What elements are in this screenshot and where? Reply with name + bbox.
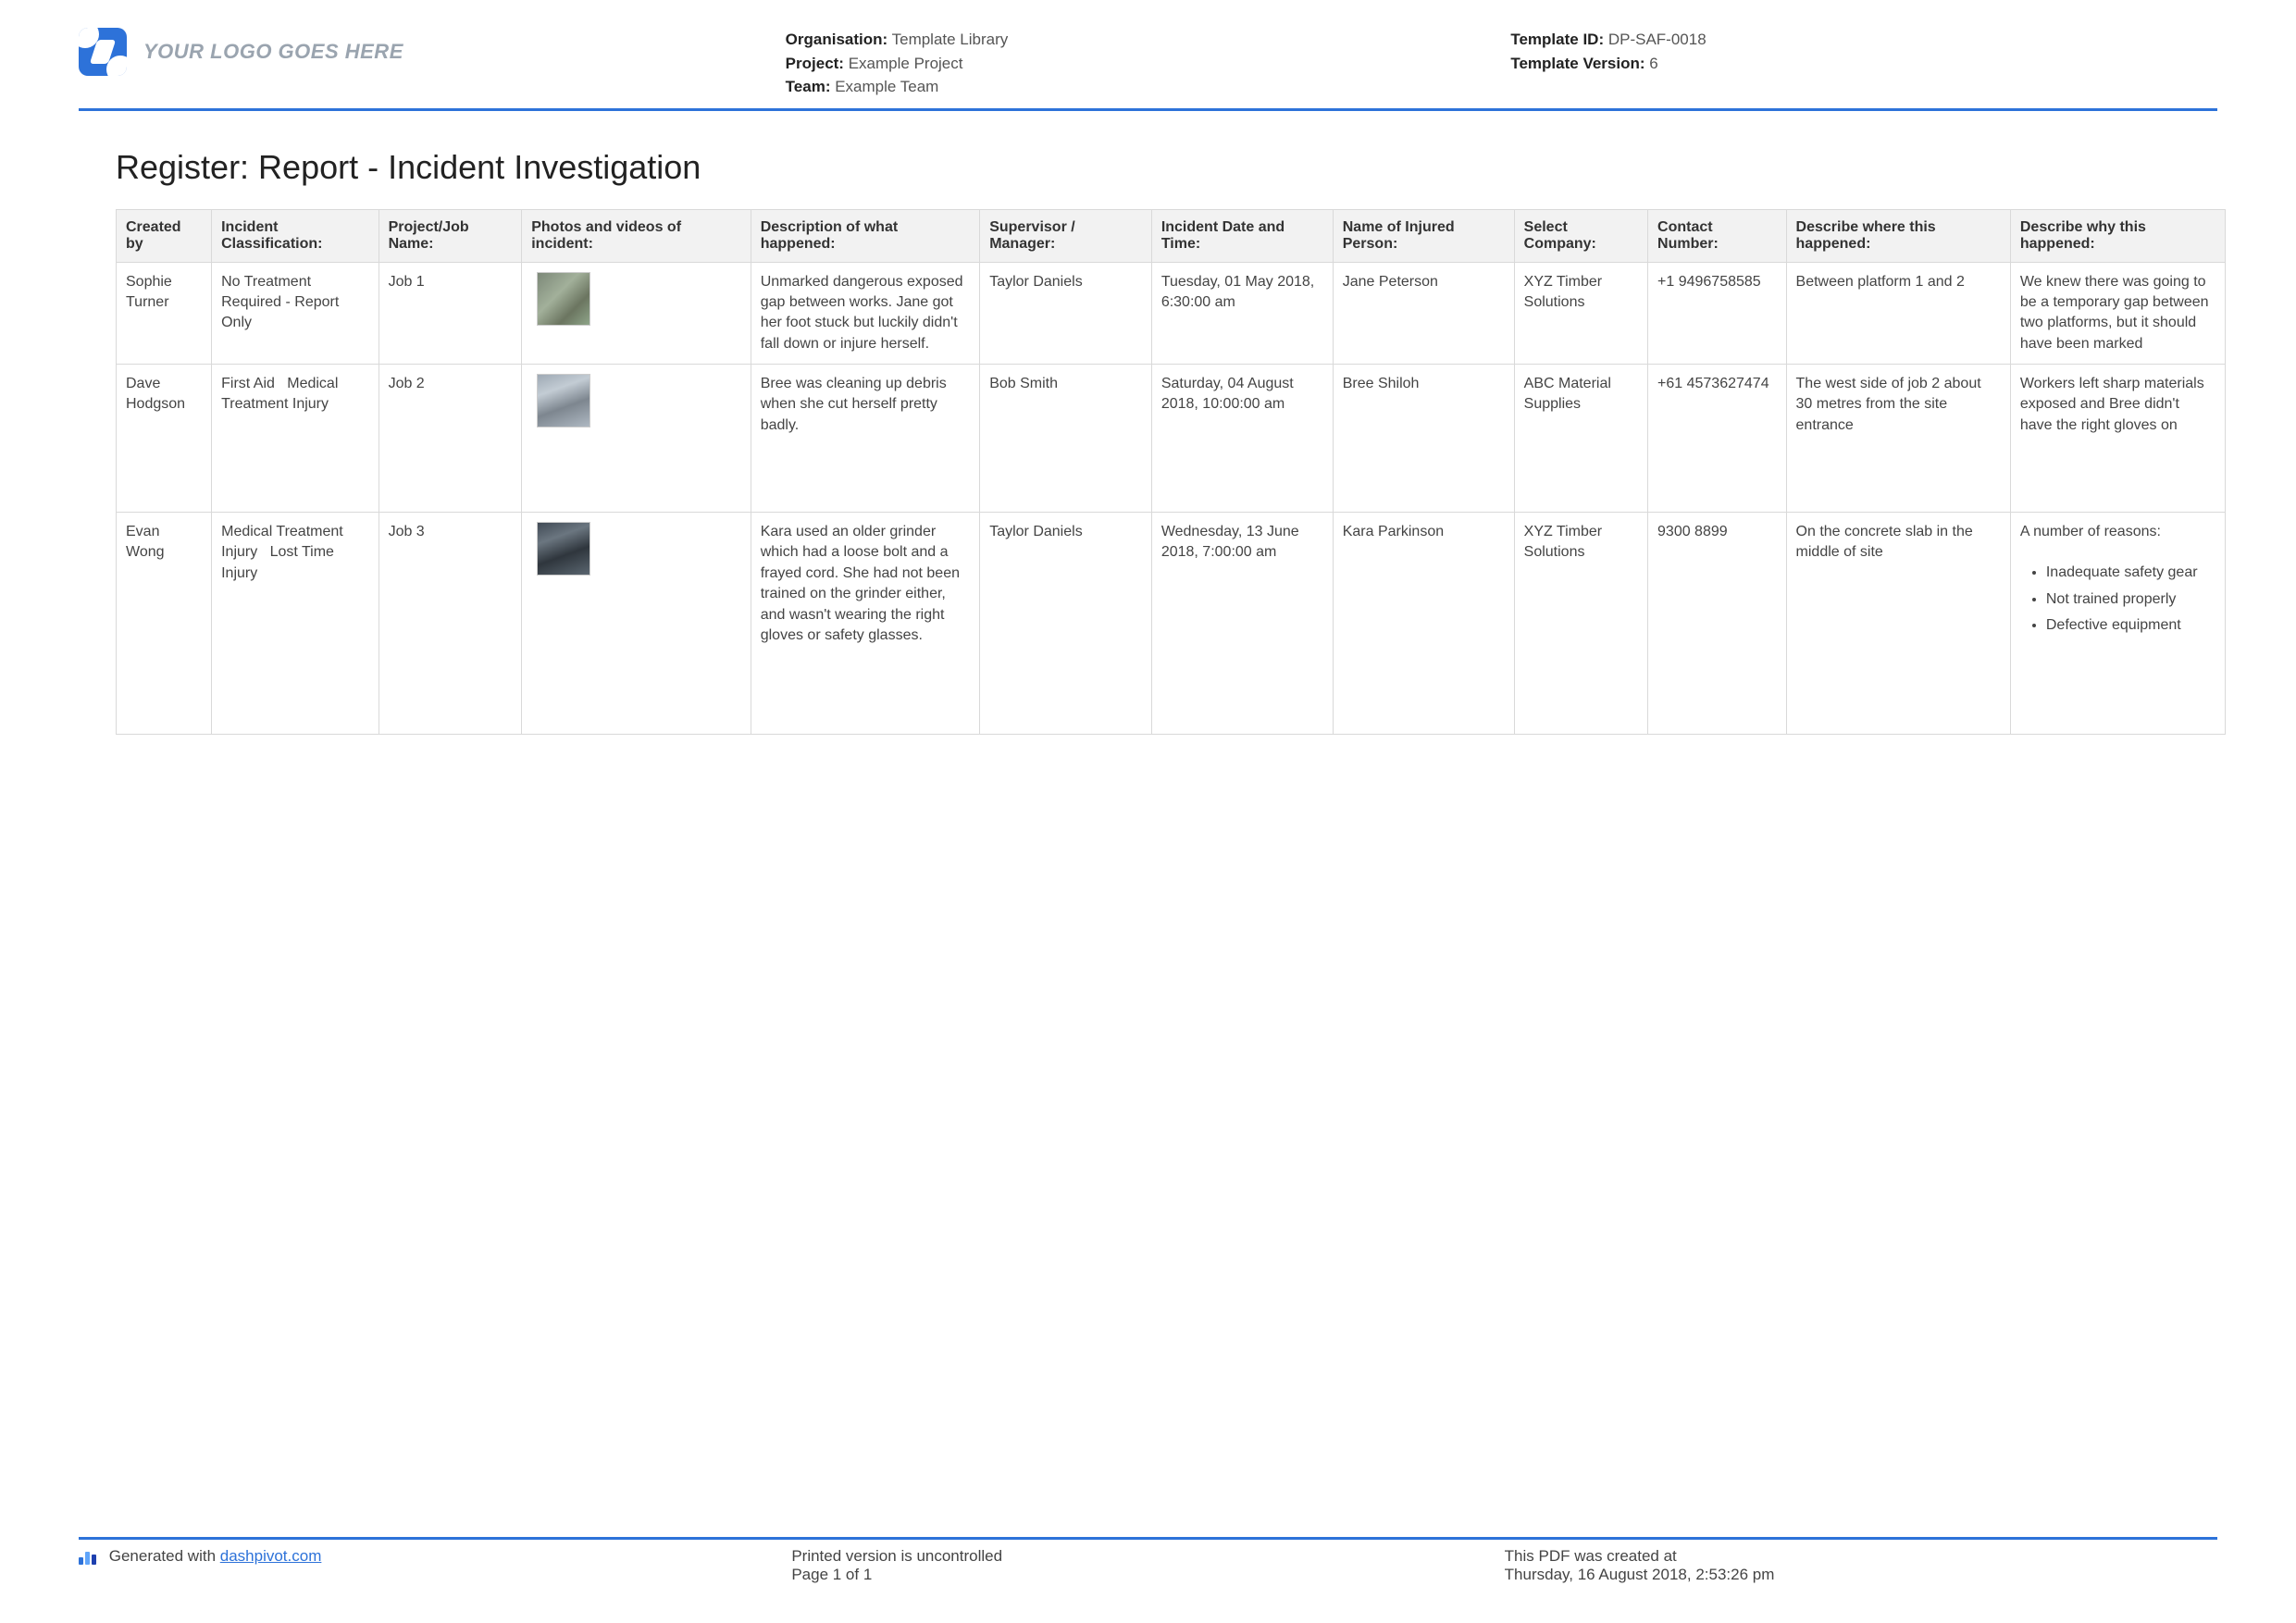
list-item: Inadequate safety gear: [2046, 563, 2215, 583]
col-description: Description of what happened:: [751, 209, 979, 262]
col-supervisor: Supervisor / Manager:: [980, 209, 1152, 262]
cell-classification: No Treatment Required - Report Only: [212, 262, 379, 365]
header-meta-right: Template ID: DP-SAF-0018 Template Versio…: [1510, 28, 2217, 75]
footer-created-value: Thursday, 16 August 2018, 2:53:26 pm: [1505, 1566, 2217, 1584]
template-id-label: Template ID:: [1510, 31, 1604, 48]
generated-prefix: Generated with: [109, 1547, 220, 1565]
cell-created-by: Evan Wong: [117, 513, 212, 735]
table-header-row: Created by Incident Classification: Proj…: [117, 209, 2226, 262]
page-header: YOUR LOGO GOES HERE Organisation: Templa…: [79, 28, 2217, 111]
col-created-by: Created by: [117, 209, 212, 262]
col-contact: Contact Number:: [1648, 209, 1787, 262]
cell-supervisor: Bob Smith: [980, 365, 1152, 513]
why-reasons-list: Inadequate safety gear Not trained prope…: [2046, 563, 2215, 636]
cell-created-by: Dave Hodgson: [117, 365, 212, 513]
cell-classification: Medical Treatment Injury Lost Time Injur…: [212, 513, 379, 735]
list-item: Defective equipment: [2046, 615, 2215, 636]
list-item: Not trained properly: [2046, 589, 2215, 610]
page-title: Register: Report - Incident Investigatio…: [116, 148, 2217, 187]
footer-uncontrolled: Printed version is uncontrolled: [791, 1547, 1504, 1566]
photo-thumbnail-icon: [537, 272, 590, 326]
cell-contact: +1 9496758585: [1648, 262, 1787, 365]
cell-datetime: Saturday, 04 August 2018, 10:00:00 am: [1151, 365, 1333, 513]
cell-company: XYZ Timber Solutions: [1514, 262, 1647, 365]
cell-supervisor: Taylor Daniels: [980, 513, 1152, 735]
photo-thumbnail-icon: [537, 374, 590, 427]
cell-where: Between platform 1 and 2: [1786, 262, 2010, 365]
template-version-label: Template Version:: [1510, 55, 1644, 72]
footer-right: This PDF was created at Thursday, 16 Aug…: [1505, 1547, 2217, 1584]
col-job: Project/Job Name:: [379, 209, 522, 262]
footer-page: Page 1 of 1: [791, 1566, 1504, 1584]
why-intro: A number of reasons:: [2020, 524, 2161, 539]
cell-contact: +61 4573627474: [1648, 365, 1787, 513]
cell-photos: [522, 262, 751, 365]
col-why: Describe why this happened:: [2010, 209, 2225, 262]
dashpivot-link[interactable]: dashpivot.com: [220, 1547, 322, 1565]
bar-chart-icon: [79, 1550, 97, 1565]
page: YOUR LOGO GOES HERE Organisation: Templa…: [0, 0, 2296, 1623]
cell-datetime: Wednesday, 13 June 2018, 7:00:00 am: [1151, 513, 1333, 735]
cell-job: Job 3: [379, 513, 522, 735]
col-photos: Photos and videos of incident:: [522, 209, 751, 262]
table-row: Dave Hodgson First Aid Medical Treatment…: [117, 365, 2226, 513]
col-injured: Name of Injured Person:: [1333, 209, 1514, 262]
col-classification: Incident Classification:: [212, 209, 379, 262]
organisation-label: Organisation:: [786, 31, 888, 48]
cell-where: On the concrete slab in the middle of si…: [1786, 513, 2010, 735]
col-where: Describe where this happened:: [1786, 209, 2010, 262]
table-row: Sophie Turner No Treatment Required - Re…: [117, 262, 2226, 365]
cell-company: XYZ Timber Solutions: [1514, 513, 1647, 735]
team-value: Example Team: [835, 78, 938, 95]
organisation-value: Template Library: [892, 31, 1009, 48]
cell-where: The west side of job 2 about 30 metres f…: [1786, 365, 2010, 513]
cell-why: A number of reasons: Inadequate safety g…: [2010, 513, 2225, 735]
footer-created-label: This PDF was created at: [1505, 1547, 2217, 1566]
team-label: Team:: [786, 78, 831, 95]
cell-supervisor: Taylor Daniels: [980, 262, 1152, 365]
page-footer: Generated with dashpivot.com Printed ver…: [79, 1537, 2217, 1584]
project-value: Example Project: [849, 55, 963, 72]
cell-description: Bree was cleaning up debris when she cut…: [751, 365, 979, 513]
table-row: Evan Wong Medical Treatment Injury Lost …: [117, 513, 2226, 735]
cell-contact: 9300 8899: [1648, 513, 1787, 735]
template-id-value: DP-SAF-0018: [1608, 31, 1706, 48]
cell-company: ABC Material Supplies: [1514, 365, 1647, 513]
cell-injured: Jane Peterson: [1333, 262, 1514, 365]
cell-datetime: Tuesday, 01 May 2018, 6:30:00 am: [1151, 262, 1333, 365]
header-meta-center: Organisation: Template Library Project: …: [786, 28, 1493, 99]
cell-photos: [522, 365, 751, 513]
cell-classification: First Aid Medical Treatment Injury: [212, 365, 379, 513]
photo-thumbnail-icon: [537, 522, 590, 576]
col-company: Select Company:: [1514, 209, 1647, 262]
col-datetime: Incident Date and Time:: [1151, 209, 1333, 262]
cell-injured: Bree Shiloh: [1333, 365, 1514, 513]
logo-block: YOUR LOGO GOES HERE: [79, 28, 786, 76]
cell-description: Kara used an older grinder which had a l…: [751, 513, 979, 735]
cell-job: Job 1: [379, 262, 522, 365]
cell-why: We knew there was going to be a temporar…: [2010, 262, 2225, 365]
footer-center: Printed version is uncontrolled Page 1 o…: [791, 1547, 1504, 1584]
cell-job: Job 2: [379, 365, 522, 513]
template-version-value: 6: [1649, 55, 1657, 72]
cell-description: Unmarked dangerous exposed gap between w…: [751, 262, 979, 365]
footer-left: Generated with dashpivot.com: [79, 1547, 791, 1584]
register-table: Created by Incident Classification: Proj…: [116, 209, 2226, 736]
logo-placeholder-text: YOUR LOGO GOES HERE: [143, 40, 403, 64]
cell-injured: Kara Parkinson: [1333, 513, 1514, 735]
cell-created-by: Sophie Turner: [117, 262, 212, 365]
logo-icon: [79, 28, 127, 76]
cell-why: Workers left sharp materials exposed and…: [2010, 365, 2225, 513]
project-label: Project:: [786, 55, 844, 72]
cell-photos: [522, 513, 751, 735]
